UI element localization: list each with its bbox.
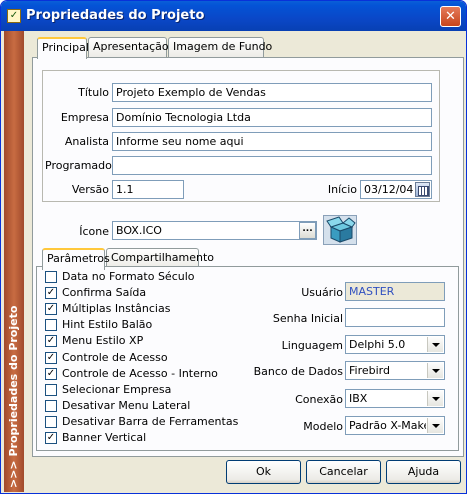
banco-de-dados-select[interactable]: Firebird	[345, 361, 445, 380]
linguagem-value: Delphi 5.0	[349, 338, 406, 351]
checkbox-icon[interactable]: ✓	[45, 287, 57, 300]
checkbox-icon[interactable]	[45, 383, 57, 396]
modelo-select[interactable]: Padrão X-Maker	[345, 416, 445, 435]
browse-icon-button[interactable]: ...	[299, 222, 316, 239]
calendar-icon[interactable]	[415, 182, 430, 197]
icone-label: Ícone	[79, 225, 109, 238]
usuario-field[interactable]: MASTER	[345, 282, 445, 301]
checkbox-icon: ✓	[7, 9, 21, 23]
tab-imagem-de-fundo[interactable]: Imagem de Fundo	[168, 37, 272, 58]
conexao-value: IBX	[349, 392, 368, 405]
senha-inicial-field[interactable]	[345, 308, 445, 327]
inicio-label: Início	[327, 183, 357, 196]
titulo-label: Título	[78, 86, 109, 99]
chevron-down-icon[interactable]	[427, 391, 443, 406]
window-title: Propriedades do Projeto	[26, 8, 205, 23]
modelo-value: Padrão X-Maker	[349, 419, 426, 432]
close-button[interactable]: ✕	[440, 6, 461, 27]
modelo-label: Modelo	[303, 420, 343, 433]
checkbox-icon[interactable]	[45, 271, 57, 283]
ok-button[interactable]: Ok	[226, 460, 301, 484]
tab-principal[interactable]: Principal	[37, 37, 89, 59]
checkbox-icon[interactable]: ✓	[45, 351, 57, 364]
empresa-label: Empresa	[60, 111, 109, 124]
programador-field[interactable]	[112, 156, 432, 175]
option-label: Banner Vertical	[62, 431, 147, 444]
checkbox-icon[interactable]	[45, 415, 57, 428]
option-label: Confirma Saída	[62, 286, 147, 300]
side-banner: >>> Propriedades do Projeto	[4, 31, 24, 492]
checkbox-icon[interactable]	[45, 399, 57, 412]
option-label: Selecionar Empresa	[62, 382, 172, 396]
option-label: Desativar Menu Lateral	[62, 398, 191, 412]
option-label: Menu Estilo XP	[62, 334, 144, 348]
option-label: Múltiplas Instâncias	[62, 302, 171, 316]
checkbox-icon[interactable]: ✓	[45, 432, 57, 444]
linguagem-label: Linguagem	[281, 339, 343, 352]
side-banner-text: >>> Propriedades do Projeto	[7, 305, 20, 488]
linguagem-select[interactable]: Delphi 5.0	[345, 335, 445, 354]
banco-de-dados-label: Banco de Dados	[253, 365, 343, 378]
option-label: Desativar Barra de Ferramentas	[62, 414, 239, 428]
chevron-down-icon[interactable]	[427, 418, 443, 433]
option-label: Controle de Acesso - Interno	[62, 366, 218, 380]
checkbox-icon[interactable]: ✓	[45, 335, 57, 348]
option-label: Controle de Acesso	[62, 350, 168, 364]
inicio-date-value: 03/12/04	[364, 183, 414, 196]
empresa-field[interactable]: Domínio Tecnologia Ltda	[112, 108, 432, 127]
cancel-button[interactable]: Cancelar	[306, 460, 381, 484]
checkbox-icon[interactable]: ✓	[45, 367, 57, 380]
analista-label: Analista	[64, 135, 109, 148]
option-label: Data no Formato Século	[62, 270, 195, 283]
banco-de-dados-value: Firebird	[349, 364, 390, 377]
checkbox-icon[interactable]: ✓	[45, 303, 57, 316]
versao-label: Versão	[71, 183, 109, 196]
tab-parametros[interactable]: Parâmetros	[42, 248, 110, 270]
help-button[interactable]: Ajuda	[386, 460, 461, 484]
title-bar[interactable]: ✓ Propriedades do Projeto ✕	[1, 1, 466, 31]
conexao-select[interactable]: IBX	[345, 389, 445, 408]
icone-field[interactable]: BOX.ICO	[112, 221, 317, 240]
conexao-label: Conexão	[295, 393, 343, 406]
chevron-down-icon[interactable]	[427, 363, 443, 378]
senha-inicial-label: Senha Inicial	[272, 312, 343, 325]
usuario-label: Usuário	[301, 286, 343, 299]
tab-apresentacao[interactable]: Apresentação	[88, 37, 169, 58]
chevron-down-icon[interactable]	[427, 337, 443, 352]
checkbox-icon[interactable]	[45, 319, 57, 332]
analista-field[interactable]: Informe seu nome aqui	[112, 132, 432, 151]
option-label: Hint Estilo Balão	[62, 318, 153, 332]
titulo-field[interactable]: Projeto Exemplo de Vendas	[112, 83, 432, 102]
box-icon	[323, 215, 357, 245]
versao-field[interactable]: 1.1	[112, 180, 184, 199]
dialog-window: ✓ Propriedades do Projeto ✕ >>> Propried…	[0, 0, 467, 494]
programador-label: Programador	[45, 159, 117, 172]
